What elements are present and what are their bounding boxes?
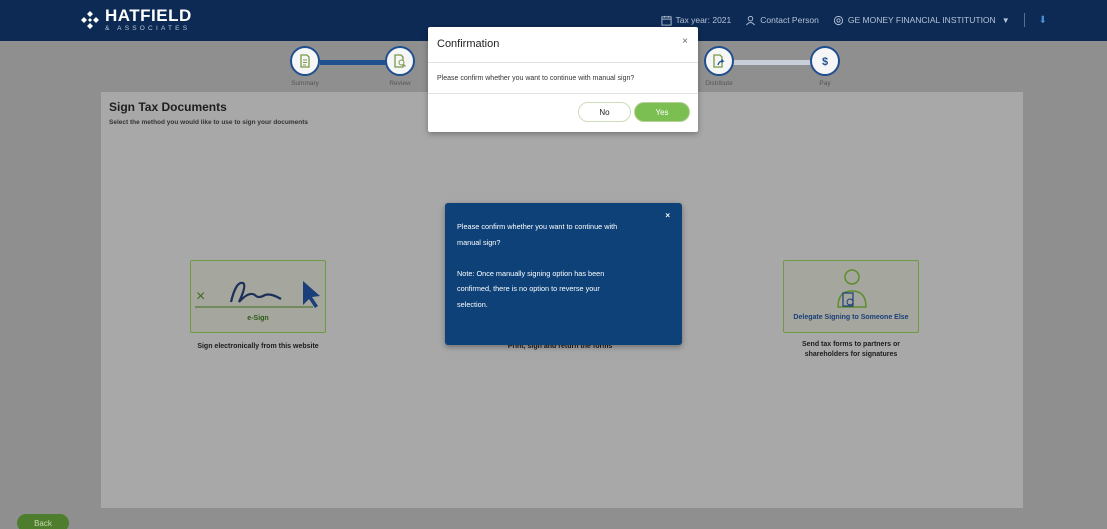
close-icon[interactable]: × <box>665 211 670 220</box>
delegate-option-label: Delegate Signing to Someone Else <box>793 314 909 321</box>
contact-person-link[interactable]: Contact Person <box>745 15 819 26</box>
dollar-icon: $ <box>822 56 828 68</box>
step-summary[interactable]: Summary <box>275 46 335 87</box>
dialog-close-icon[interactable]: × <box>682 36 688 47</box>
step-review[interactable]: Review <box>370 46 430 87</box>
page-subtitle: Select the method you would like to use … <box>109 119 308 126</box>
step-distribute[interactable]: Distribute <box>689 46 749 87</box>
caret-down-icon: ▼ <box>1001 15 1010 25</box>
hatfield-logo[interactable]: HATFIELD & ASSOCIATES <box>80 7 192 35</box>
header-divider <box>1023 13 1025 27</box>
gear-icon <box>833 15 843 25</box>
step-pay[interactable]: $ Pay <box>795 46 855 87</box>
brand-subtitle: & ASSOCIATES <box>105 25 191 32</box>
institution-label: GE MONEY FINANCIAL INSTITUTION <box>847 15 996 25</box>
step-pay-label: Pay <box>819 80 831 87</box>
person-document-icon <box>837 269 867 308</box>
contact-person-label: Contact Person <box>760 15 819 25</box>
dialog-footer-divider <box>428 93 698 94</box>
calendar-icon <box>660 15 672 26</box>
user-icon <box>746 15 756 25</box>
no-button[interactable]: No <box>578 102 631 122</box>
delegate-option-caption: Send tax forms to partners or shareholde… <box>761 340 941 360</box>
delegate-caption-line2: shareholders for signatures <box>804 351 898 358</box>
esign-option-label: e-Sign <box>247 315 269 322</box>
dialog-message: Please confirm whether you want to conti… <box>437 75 635 82</box>
confirmation-dialog: Confirmation × Please confirm whether yo… <box>428 27 698 132</box>
tax-year-label: Tax year: 2021 <box>675 15 732 25</box>
search-document-icon <box>394 54 406 68</box>
document-icon <box>300 54 310 68</box>
note-spacer <box>457 250 662 266</box>
note-line-4: confirmed, there is no option to reverse… <box>457 284 600 293</box>
note-line-5: selection. <box>457 299 488 309</box>
step-distribute-label: Distribute <box>705 80 733 87</box>
esign-option-card[interactable]: × e-Sign <box>190 260 326 333</box>
note-line-2: manual sign? <box>457 237 501 247</box>
svg-text:$: $ <box>822 56 828 68</box>
brand-name: HATFIELD <box>105 6 192 25</box>
page-title: Sign Tax Documents <box>109 100 227 114</box>
header-right-menu: Tax year: 2021 Contact Person GE MONEY F… <box>660 13 1047 27</box>
diamond-logo-icon <box>81 11 99 29</box>
esign-option-caption: Sign electronically from this website <box>197 343 319 350</box>
step-review-label: Review <box>389 80 411 87</box>
delegate-option-card[interactable]: Delegate Signing to Someone Else <box>783 260 919 333</box>
download-icon[interactable]: ⬇ <box>1039 15 1047 26</box>
share-document-icon <box>713 54 725 68</box>
note-popup-text: Please confirm whether you want to conti… <box>457 219 662 312</box>
tax-year-selector[interactable]: Tax year: 2021 <box>660 15 732 26</box>
dialog-title: Confirmation <box>437 38 500 50</box>
back-button[interactable]: Back <box>17 514 69 529</box>
yes-button[interactable]: Yes <box>634 102 690 122</box>
institution-dropdown[interactable]: GE MONEY FINANCIAL INSTITUTION ▼ <box>833 15 1010 26</box>
manual-sign-note-popup: × Please confirm whether you want to con… <box>445 203 682 345</box>
step-summary-label: Summary <box>291 80 319 87</box>
note-line-1: Please confirm whether you want to conti… <box>457 222 618 231</box>
dialog-header-divider <box>428 62 698 63</box>
signature-icon: × <box>195 281 320 308</box>
svg-text:×: × <box>196 288 205 305</box>
note-line-3: Note: Once manually signing option has b… <box>457 268 605 278</box>
delegate-caption-line1: Send tax forms to partners or <box>801 341 901 348</box>
